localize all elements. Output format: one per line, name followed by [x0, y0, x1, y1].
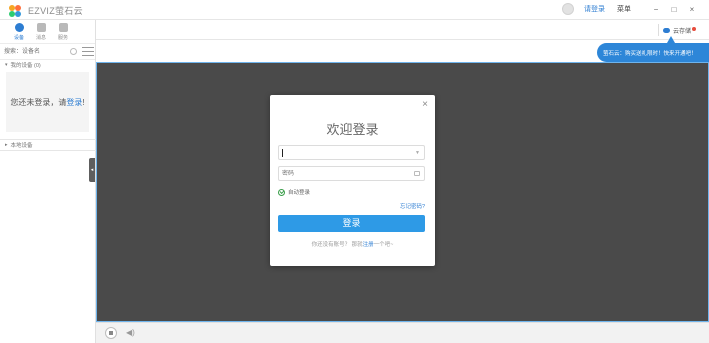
grid-icon [58, 23, 68, 32]
promo-text: 萤石云：购买送礼限时！快来开通吧！ [603, 50, 697, 57]
username-field[interactable]: ▼ [278, 145, 425, 160]
promo-banner[interactable]: 萤石云：购买送礼限时！快来开通吧！ [597, 43, 709, 62]
app-logo: EZVIZ萤石云 [9, 4, 83, 17]
volume-icon[interactable]: ◀) [126, 328, 135, 337]
app-title: EZVIZ萤石云 [28, 6, 83, 16]
sidebar-login-link[interactable]: 登录 [66, 97, 82, 108]
chevron-down-icon: ▾ [5, 62, 8, 68]
tab-services-label: 服务 [57, 35, 68, 41]
empty-devices-end: ! [82, 97, 85, 107]
keyboard-icon[interactable] [414, 171, 420, 176]
message-icon [36, 23, 46, 32]
player-bar: ◀) [96, 322, 709, 343]
auto-login-row[interactable]: 自动登录 [278, 188, 310, 196]
cloud-storage-button[interactable]: 云存储 [662, 26, 696, 35]
register-suffix: 一个吧~ [373, 242, 394, 248]
cloud-icon [662, 28, 670, 33]
avatar[interactable] [562, 3, 574, 15]
password-input[interactable] [279, 167, 399, 180]
search-icon[interactable] [70, 48, 77, 55]
my-devices-label: 我的设备 (0) [10, 63, 41, 69]
notification-dot [692, 26, 696, 31]
search-row [0, 44, 95, 60]
tab-messages-label: 消息 [35, 35, 46, 41]
camera-icon [14, 23, 24, 32]
toolbar-divider [658, 24, 659, 36]
stop-icon [109, 331, 113, 335]
forgot-password-link[interactable]: 忘记密码? [400, 202, 425, 210]
ezviz-logo-icon [9, 4, 25, 17]
promo-pointer [667, 36, 675, 43]
close-button[interactable]: × [683, 5, 701, 14]
chevron-down-icon[interactable]: ▼ [415, 150, 420, 156]
nav-tabs: 设备 消息 服务 [0, 20, 95, 44]
tab-devices[interactable]: 设备 [8, 20, 30, 43]
sidebar-collapse-handle[interactable]: ◂ [89, 158, 95, 182]
close-icon[interactable]: × [422, 99, 428, 110]
auto-login-label: 自动登录 [288, 190, 311, 196]
empty-devices-panel: 您还未登录，请 登录! [6, 72, 89, 132]
auto-login-checkbox[interactable] [278, 188, 285, 196]
title-bar: EZVIZ萤石云 请登录 菜单 − □ × [0, 0, 709, 20]
local-devices-label: 本地设备 [10, 143, 33, 149]
menu-button[interactable]: 菜单 [617, 4, 631, 14]
local-devices-group[interactable]: ▸ 本地设备 [0, 139, 96, 151]
chevron-right-icon: ▸ [5, 142, 8, 148]
list-menu-icon[interactable] [82, 47, 94, 56]
register-row: 你还没有账号？ 那就注册一个吧~ [270, 240, 435, 248]
tab-devices-label: 设备 [13, 35, 24, 41]
login-link[interactable]: 请登录 [584, 4, 605, 14]
my-devices-group[interactable]: ▾ 我的设备 (0) [0, 60, 95, 70]
password-field[interactable] [278, 166, 425, 181]
register-prefix: 你还没有账号？ 那就 [311, 242, 363, 248]
stop-button[interactable] [105, 327, 117, 339]
search-input[interactable] [4, 45, 68, 58]
maximize-button[interactable]: □ [665, 5, 683, 14]
minimize-button[interactable]: − [647, 5, 665, 14]
text-cursor [282, 149, 283, 157]
cloud-storage-label: 云存储 [672, 29, 691, 35]
sidebar: 设备 消息 服务 ▾ 我的设备 (0) 您还未登录，请登录! ▸ 本地设备 [0, 20, 96, 343]
login-button[interactable]: 登录 [278, 215, 425, 232]
empty-devices-text: 您还未登录，请 [10, 97, 67, 107]
tab-messages[interactable]: 消息 [30, 20, 52, 43]
register-link[interactable]: 注册 [363, 242, 374, 248]
main-toolbar: 云存储 [96, 20, 709, 40]
login-title: 欢迎登录 [326, 122, 379, 137]
login-dialog: × 欢迎登录 ▼ 自动登录 忘记密码? 登录 你还没有账号？ 那就注册一个吧~ [270, 95, 435, 266]
username-input[interactable] [279, 146, 399, 159]
tab-services[interactable]: 服务 [52, 20, 74, 43]
